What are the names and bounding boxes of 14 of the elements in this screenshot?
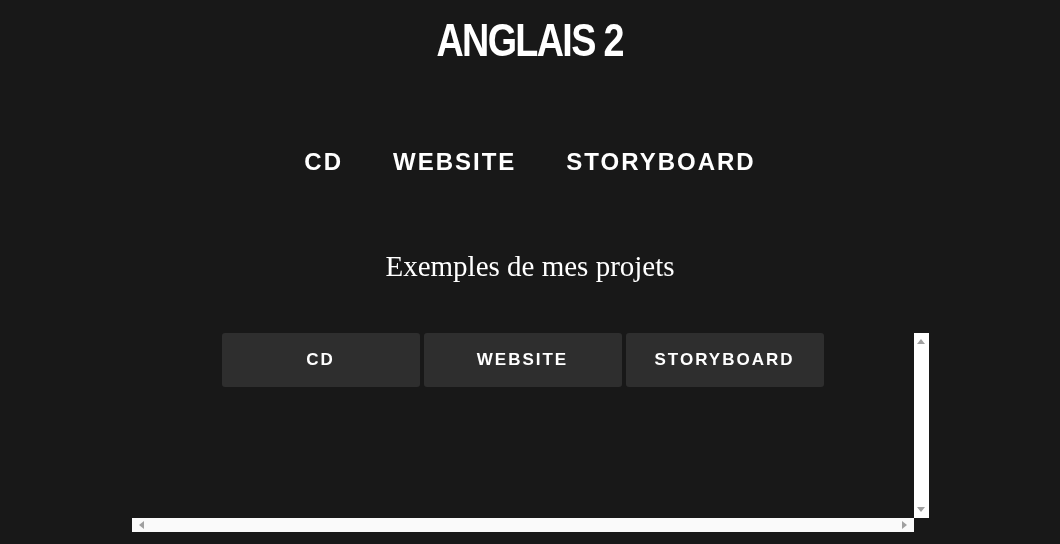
page-title: ANGLAIS 2	[436, 14, 624, 66]
scroll-down-icon[interactable]	[917, 505, 925, 513]
scroll-left-icon[interactable]	[137, 521, 146, 529]
vertical-scrollbar[interactable]	[913, 333, 929, 518]
tab-button[interactable]: STORYBOARD	[625, 333, 824, 387]
nav-link[interactable]: WEBSITE	[393, 148, 517, 176]
horizontal-scrollbar[interactable]	[131, 518, 914, 532]
nav-link[interactable]: CD	[304, 148, 343, 176]
scroll-right-icon[interactable]	[899, 521, 908, 529]
tab-button[interactable]: WEBSITE	[423, 333, 622, 387]
tab-button[interactable]: CD	[221, 333, 420, 387]
section-heading: Exemples de mes projets	[385, 250, 675, 283]
scroll-up-icon[interactable]	[917, 338, 925, 346]
nav-link[interactable]: STORYBOARD	[566, 148, 756, 176]
